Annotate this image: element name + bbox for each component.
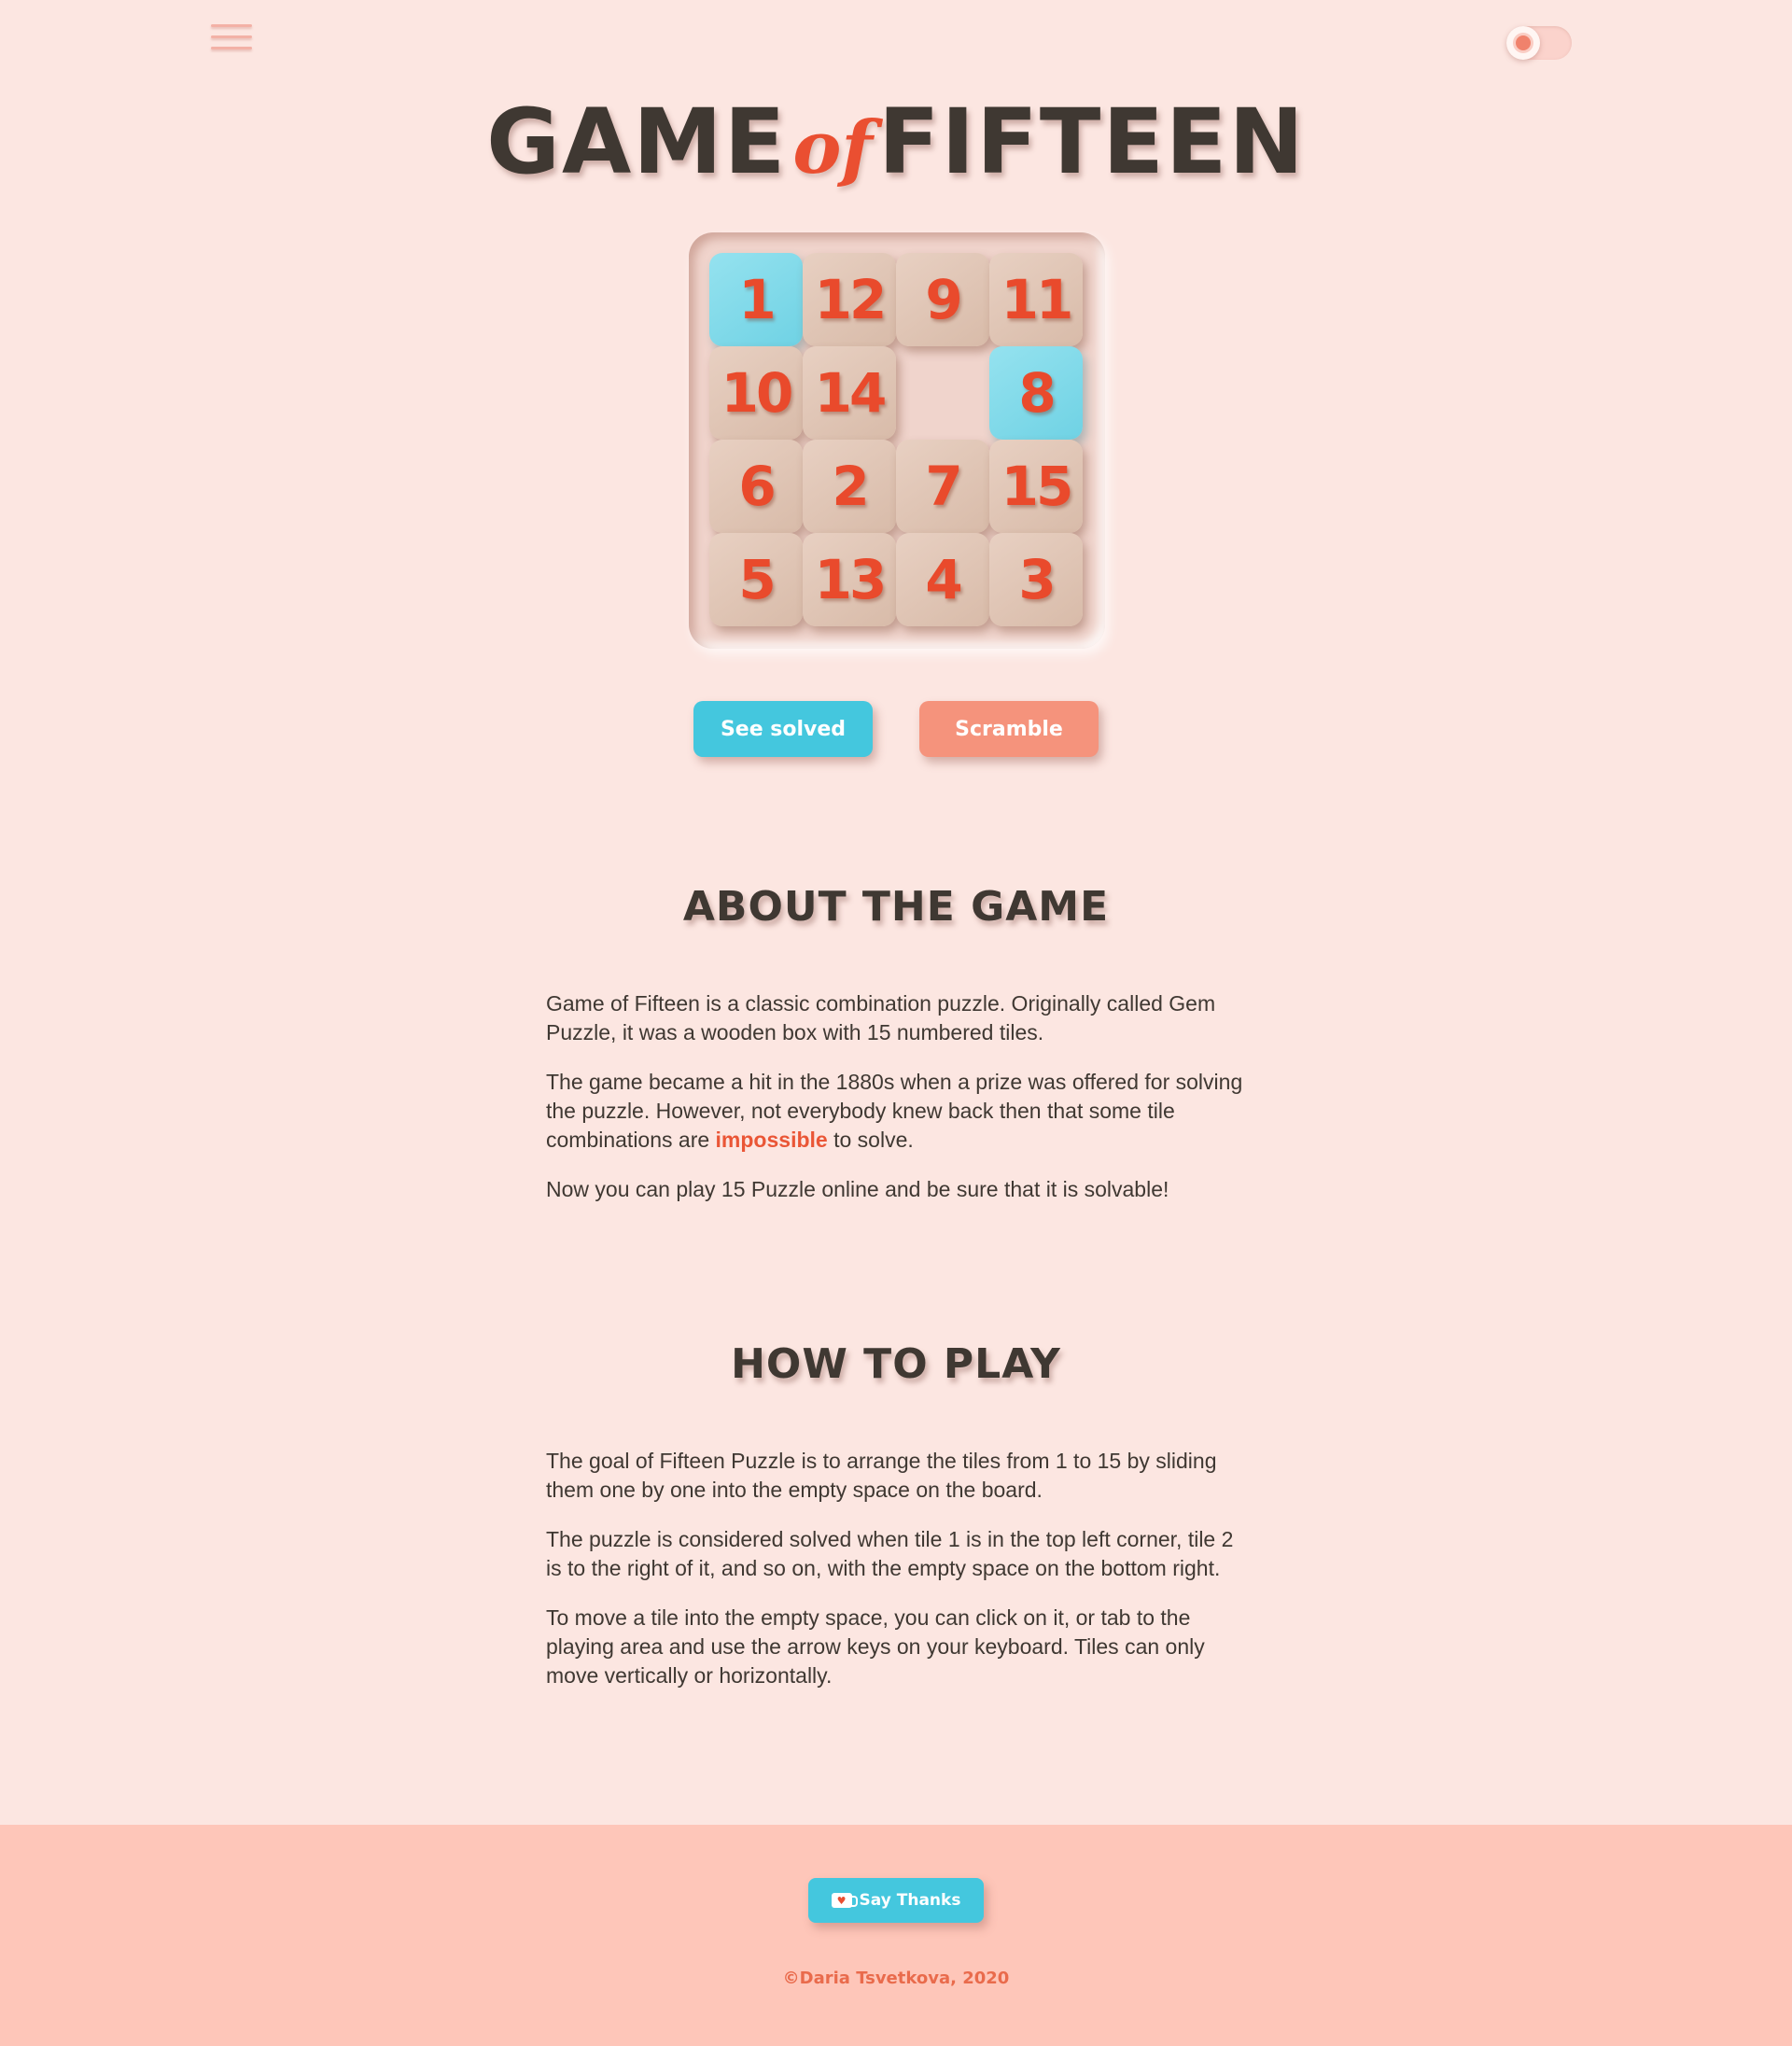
tile-4[interactable]: 4 [896,533,989,626]
how-paragraph-2: The puzzle is considered solved when til… [546,1527,1234,1580]
impossible-highlight: impossible [715,1128,828,1152]
tile-14[interactable]: 14 [803,346,896,440]
title-game: GAME [486,90,788,194]
tile-1[interactable]: 1 [709,253,803,346]
how-to-play-text: The goal of Fifteen Puzzle is to arrange… [546,1447,1246,1711]
tile-6[interactable]: 6 [709,440,803,533]
tile-9[interactable]: 9 [896,253,989,346]
tile-10[interactable]: 10 [709,346,803,440]
hamburger-menu-icon[interactable] [211,24,252,60]
about-paragraph-2-end: to solve. [827,1128,914,1152]
how-to-play-heading: HOW TO PLAY [731,1340,1061,1388]
sun-icon [1516,35,1531,50]
tile-12[interactable]: 12 [803,253,896,346]
title-of: of [792,105,873,190]
tile-7[interactable]: 7 [896,440,989,533]
about-paragraph-2: The game became a hit in the 1880s when … [546,1068,1246,1155]
title-fifteen: FIFTEEN [877,90,1306,194]
how-paragraph-1: The goal of Fifteen Puzzle is to arrange… [546,1449,1217,1502]
game-board[interactable]: 1 12 9 11 10 14 8 6 2 7 15 5 13 4 3 [689,232,1105,649]
tile-5[interactable]: 5 [709,533,803,626]
how-paragraph-3: To move a tile into the empty space, you… [546,1605,1205,1688]
scramble-button[interactable]: Scramble [919,701,1099,757]
tile-11[interactable]: 11 [989,253,1083,346]
coffee-mug-heart-icon: ♥ [831,1893,858,1908]
about-paragraph-1: Game of Fifteen is a classic combination… [546,991,1216,1044]
about-text: Game of Fifteen is a classic combination… [546,989,1246,1225]
tile-13[interactable]: 13 [803,533,896,626]
footer: ♥ Say Thanks ©Daria Tsvetkova, 2020 [0,1825,1792,2046]
copyright: ©Daria Tsvetkova, 2020 [782,1969,1010,1988]
tile-2[interactable]: 2 [803,440,896,533]
page-title: GAMEofFIFTEEN [0,90,1792,194]
about-paragraph-3: Now you can play 15 Puzzle online and be… [546,1177,1169,1201]
theme-toggle-knob [1506,26,1540,60]
tile-8[interactable]: 8 [989,346,1083,440]
say-thanks-button[interactable]: ♥ Say Thanks [808,1878,984,1923]
about-heading: ABOUT THE GAME [682,883,1110,931]
theme-toggle[interactable] [1506,26,1572,60]
say-thanks-label: Say Thanks [859,1891,961,1910]
see-solved-button[interactable]: See solved [693,701,873,757]
tile-15[interactable]: 15 [989,440,1083,533]
tile-3[interactable]: 3 [989,533,1083,626]
